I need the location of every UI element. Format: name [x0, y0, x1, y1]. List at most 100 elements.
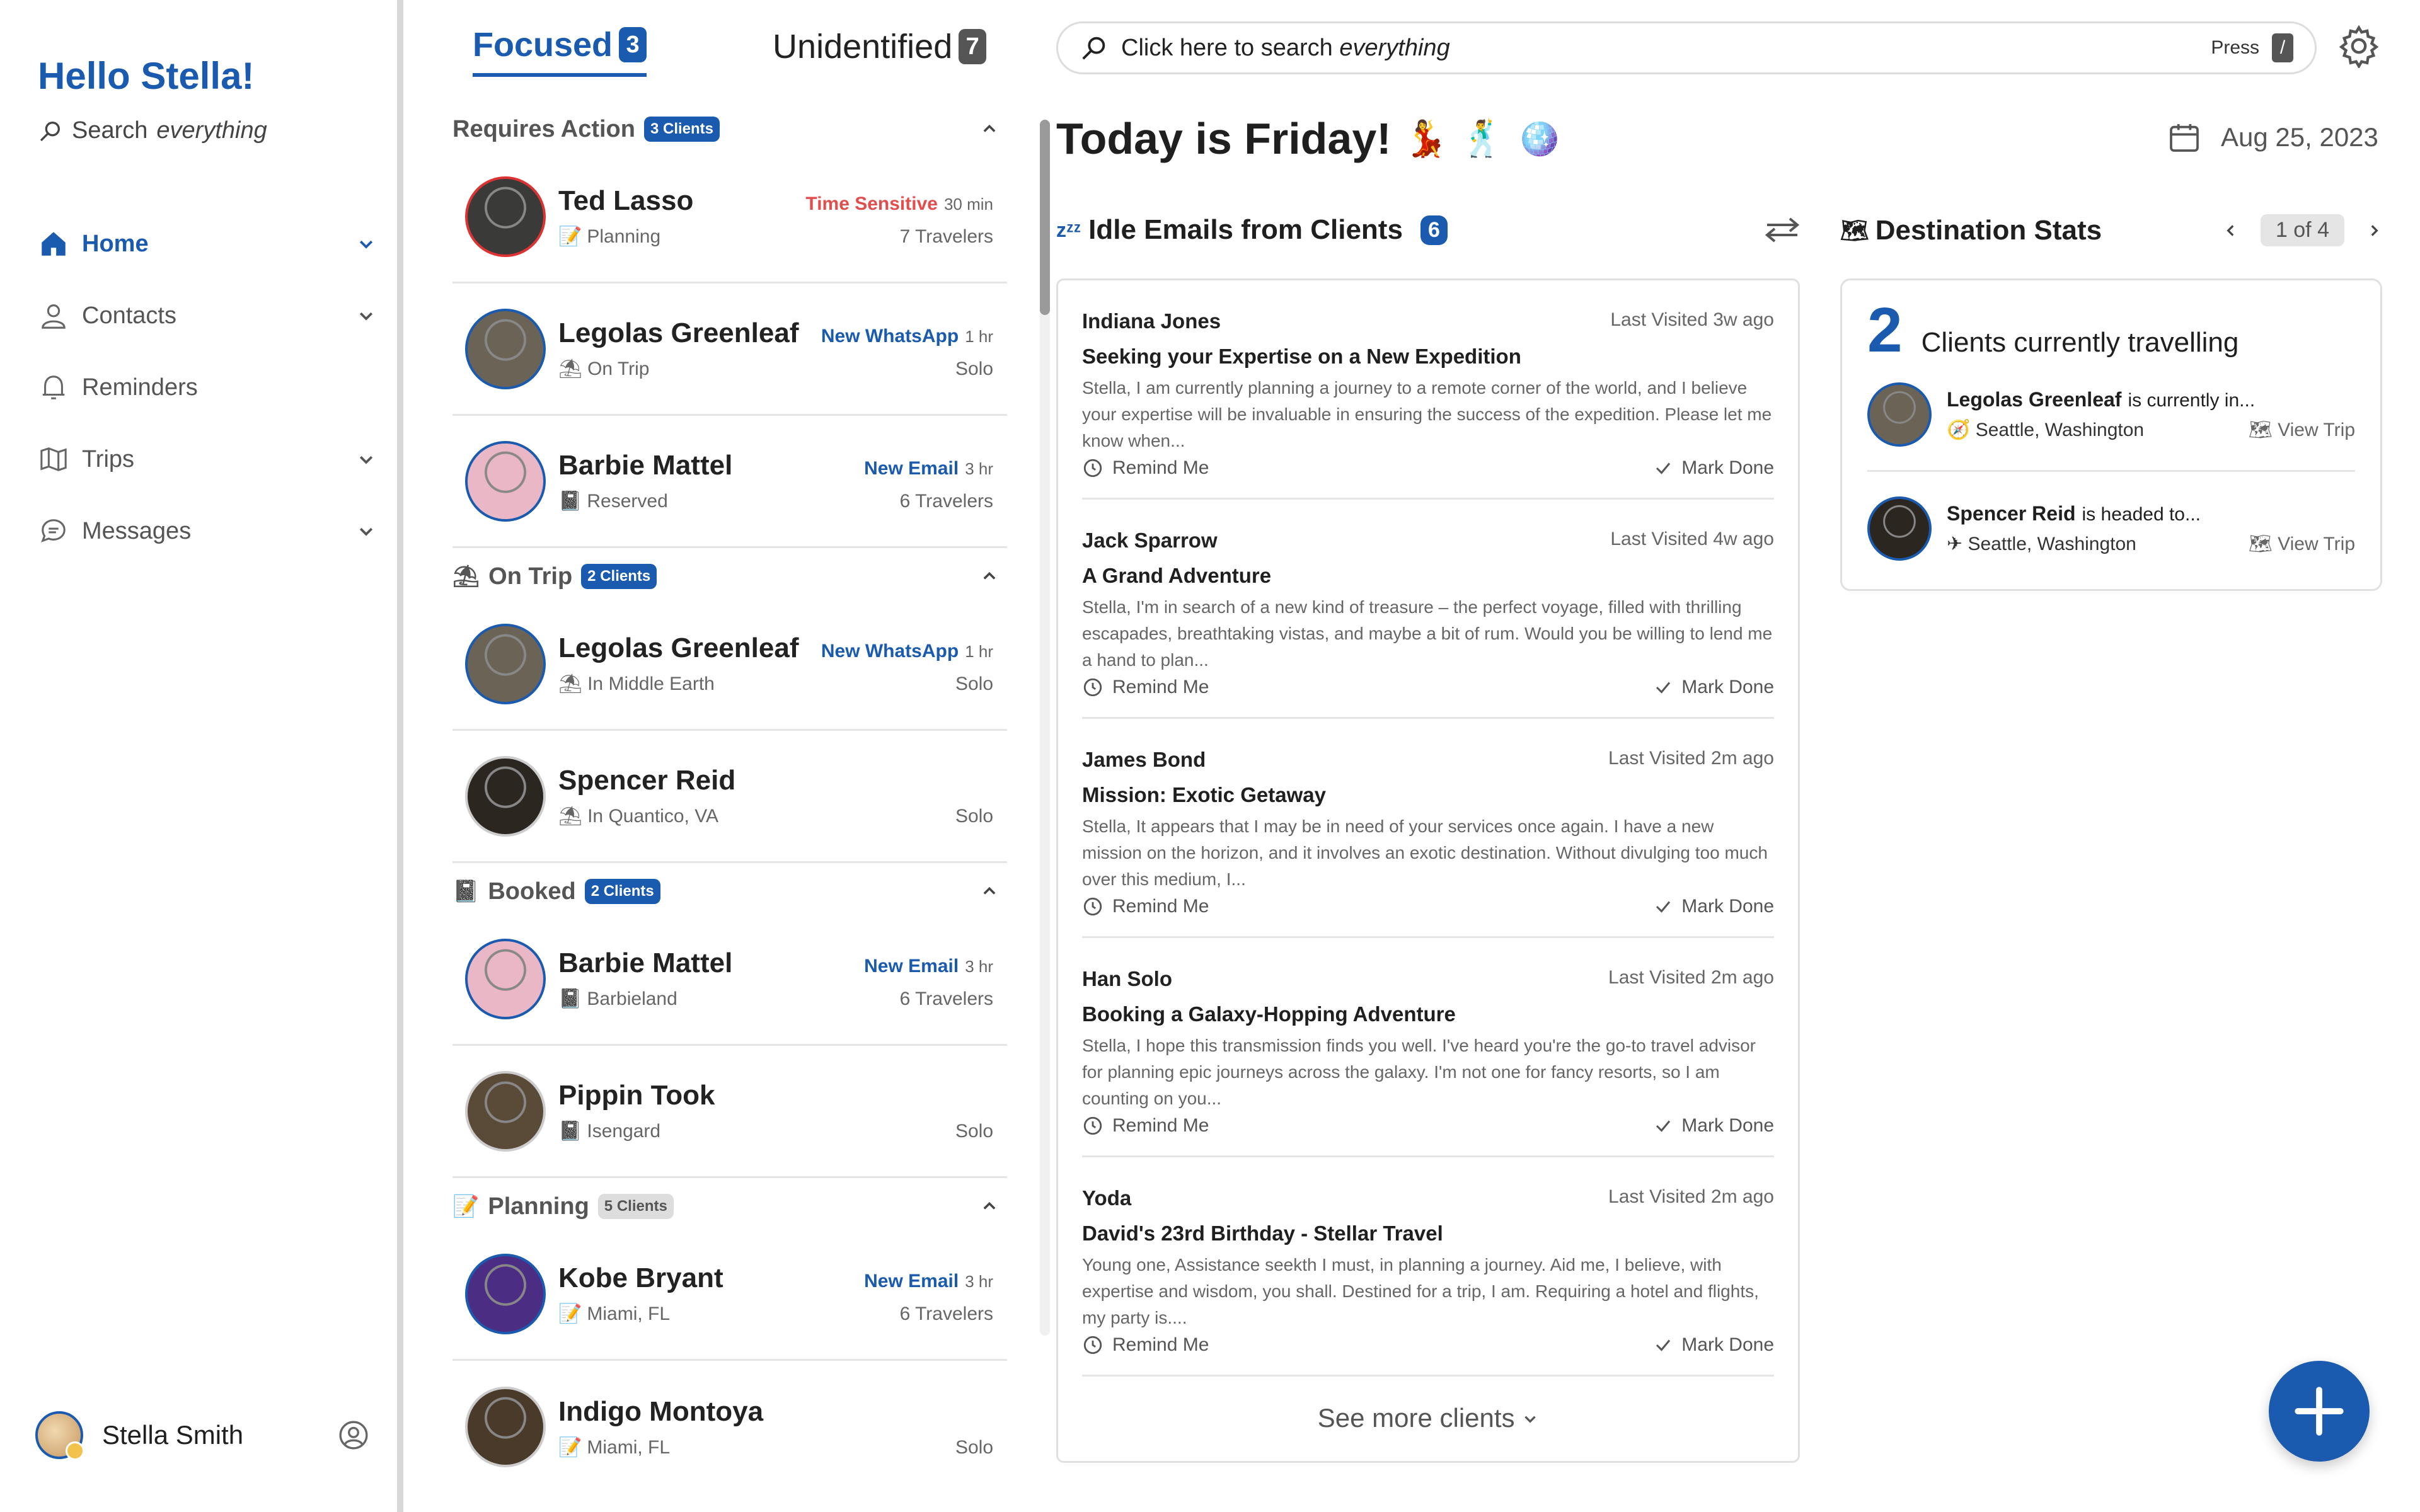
email-item[interactable]: Yoda Last Visited 2m ago David's 23rd Birt… — [1082, 1157, 1774, 1377]
sidebar-search[interactable]: Search everything — [38, 117, 267, 144]
chevron-up-icon[interactable] — [981, 883, 998, 900]
mark-done-button[interactable]: Mark Done — [1654, 1334, 1774, 1356]
global-search[interactable]: Click here to search everything Press / — [1056, 21, 2317, 74]
email-top: Han Solo Last Visited 2m ago — [1082, 967, 1774, 991]
nav-item-trips[interactable]: Trips — [35, 423, 376, 495]
email-actions: Remind Me Mark Done — [1082, 677, 1774, 698]
client-row[interactable]: Kobe Bryant New Email 3 hr 📝 Miami, FL 6 Trav… — [452, 1228, 1007, 1361]
user-profile[interactable]: Stella Smith — [35, 1411, 369, 1460]
nav-label: Messages — [82, 517, 192, 544]
calendar-icon — [2170, 124, 2199, 152]
email-item[interactable]: Indiana Jones Last Visited 3w ago Seeking … — [1082, 280, 1774, 500]
destination-title: Destination Stats — [1875, 214, 2102, 246]
status-text: In Middle Earth — [587, 673, 715, 694]
traveller-row[interactable]: Legolas Greenleaf is currently in... 🧭 Sea… — [1867, 358, 2355, 472]
scrollbar-thumb[interactable] — [1040, 120, 1050, 315]
see-more-button[interactable]: See more clients — [1058, 1403, 1798, 1433]
tab-focused[interactable]: Focused 3 — [473, 25, 647, 77]
client-row[interactable]: Barbie Mattel New Email 3 hr 📓 Barbieland 6 T… — [452, 914, 1007, 1046]
nav-item-contacts[interactable]: Contacts — [35, 280, 376, 352]
section-emoji: 📓 — [452, 879, 480, 903]
last-visited-ago: 2m ago — [1710, 748, 1774, 769]
shortcut-hint: Press — [2211, 37, 2259, 58]
chevron-up-icon[interactable] — [981, 1198, 998, 1215]
swap-icon[interactable] — [1765, 217, 1800, 243]
client-time: 3 hr — [965, 957, 993, 976]
idle-count: 6 — [1420, 215, 1448, 245]
view-trip-link[interactable]: 🗺 View Trip — [2249, 533, 2355, 555]
client-time: 3 hr — [965, 1272, 993, 1291]
remind-me-button[interactable]: Remind Me — [1082, 457, 1209, 479]
section-title: Booked — [488, 878, 576, 905]
avatar — [465, 176, 546, 257]
chevron-left-icon[interactable] — [2223, 222, 2239, 239]
client-time: 30 min — [943, 195, 993, 214]
nav-item-reminders[interactable]: Reminders — [35, 352, 376, 423]
last-visited: Last Visited 2m ago — [1608, 748, 1774, 772]
chevron-right-icon[interactable] — [2366, 222, 2382, 239]
client-name: Spencer Reid — [558, 765, 736, 796]
chevron-up-icon[interactable] — [981, 568, 998, 585]
view-trip-link[interactable]: 🗺 View Trip — [2249, 419, 2355, 441]
client-status: 📓 Reserved — [558, 490, 668, 512]
status-text: Planning — [587, 226, 661, 247]
date-display: Aug 25, 2023 — [2167, 120, 2378, 155]
client-row-top: Legolas Greenleaf New WhatsApp 1 hr — [558, 318, 1007, 349]
search-icon — [1082, 37, 1105, 60]
mark-done-button[interactable]: Mark Done — [1654, 677, 1774, 698]
remind-me-button[interactable]: Remind Me — [1082, 896, 1209, 917]
mark-done-button[interactable]: Mark Done — [1654, 1115, 1774, 1137]
remind-me-button[interactable]: Remind Me — [1082, 1334, 1209, 1356]
status-text: On Trip — [587, 358, 650, 379]
status-text: In Quantico, VA — [587, 806, 718, 827]
client-status: ⛱ In Middle Earth — [558, 673, 715, 695]
client-name: Legolas Greenleaf — [558, 633, 799, 663]
gear-icon[interactable] — [2337, 24, 2381, 68]
traveller-phrase: is headed to... — [2082, 504, 2201, 525]
client-row[interactable]: Indigo Montoya 📝 Miami, FL Solo — [452, 1361, 1007, 1493]
email-item[interactable]: James Bond Last Visited 2m ago Mission: Ex… — [1082, 719, 1774, 938]
email-item[interactable]: Han Solo Last Visited 2m ago Booking a Gal… — [1082, 938, 1774, 1157]
client-list: Requires Action 3 Clients Ted Lasso Time Se… — [452, 101, 1007, 1493]
client-row[interactable]: Pippin Took 📓 Isengard Solo — [452, 1046, 1007, 1178]
client-row[interactable]: Legolas Greenleaf New WhatsApp 1 hr ⛱ On Tri… — [452, 284, 1007, 416]
idle-title: Idle Emails from Clients — [1088, 214, 1403, 245]
avatar — [465, 755, 546, 837]
remind-me-button[interactable]: Remind Me — [1082, 1115, 1209, 1137]
add-button[interactable] — [2269, 1361, 2370, 1462]
client-row[interactable]: Barbie Mattel New Email 3 hr 📓 Reserved 6 Tra… — [452, 416, 1007, 548]
traveller-row[interactable]: Spencer Reid is headed to... ✈ Seattle, Wa… — [1867, 472, 2355, 585]
mark-done-button[interactable]: Mark Done — [1654, 457, 1774, 479]
tab-unidentified[interactable]: Unidentified 7 — [773, 27, 987, 75]
greeting: Hello Stella! — [38, 55, 255, 97]
nav-item-home[interactable]: Home — [35, 208, 376, 280]
account-icon[interactable] — [338, 1419, 369, 1451]
client-name: Ted Lasso — [558, 185, 694, 216]
home-icon — [35, 226, 72, 262]
email-actions: Remind Me Mark Done — [1082, 896, 1774, 917]
see-more-label: See more clients — [1317, 1403, 1515, 1433]
scrollbar[interactable] — [1040, 120, 1050, 1336]
email-item[interactable]: Jack Sparrow Last Visited 4w ago A Grand A… — [1082, 500, 1774, 719]
email-actions: Remind Me Mark Done — [1082, 1334, 1774, 1356]
avatar — [465, 1070, 546, 1152]
mark-done-button[interactable]: Mark Done — [1654, 896, 1774, 917]
email-top: James Bond Last Visited 2m ago — [1082, 748, 1774, 772]
nav-item-messages[interactable]: Messages — [35, 495, 376, 567]
client-alert: Time Sensitive 30 min — [805, 193, 993, 215]
chevron-up-icon[interactable] — [981, 120, 998, 138]
remind-me-button[interactable]: Remind Me — [1082, 677, 1209, 698]
person-icon — [35, 297, 72, 334]
avatar — [465, 440, 546, 522]
destination-header: 🗺 Destination Stats 1 of 4 — [1840, 214, 2382, 246]
client-row[interactable]: Legolas Greenleaf New WhatsApp 1 hr ⛱ In Mid… — [452, 598, 1007, 731]
client-row-bottom: ⛱ In Quantico, VA Solo — [558, 805, 1007, 827]
email-sender: Jack Sparrow — [1082, 529, 1218, 552]
client-row[interactable]: Spencer Reid ⛱ In Quantico, VA Solo — [452, 731, 1007, 863]
tab-count: 7 — [959, 29, 987, 64]
client-row[interactable]: Ted Lasso Time Sensitive 30 min 📝 Planning 7 … — [452, 151, 1007, 284]
mark-done-label: Mark Done — [1681, 457, 1774, 478]
travelling-summary: 2 Clients currently travelling — [1867, 299, 2355, 362]
search-input[interactable]: Click here to search everything — [1121, 35, 2211, 62]
status-text: Isengard — [587, 1121, 661, 1142]
